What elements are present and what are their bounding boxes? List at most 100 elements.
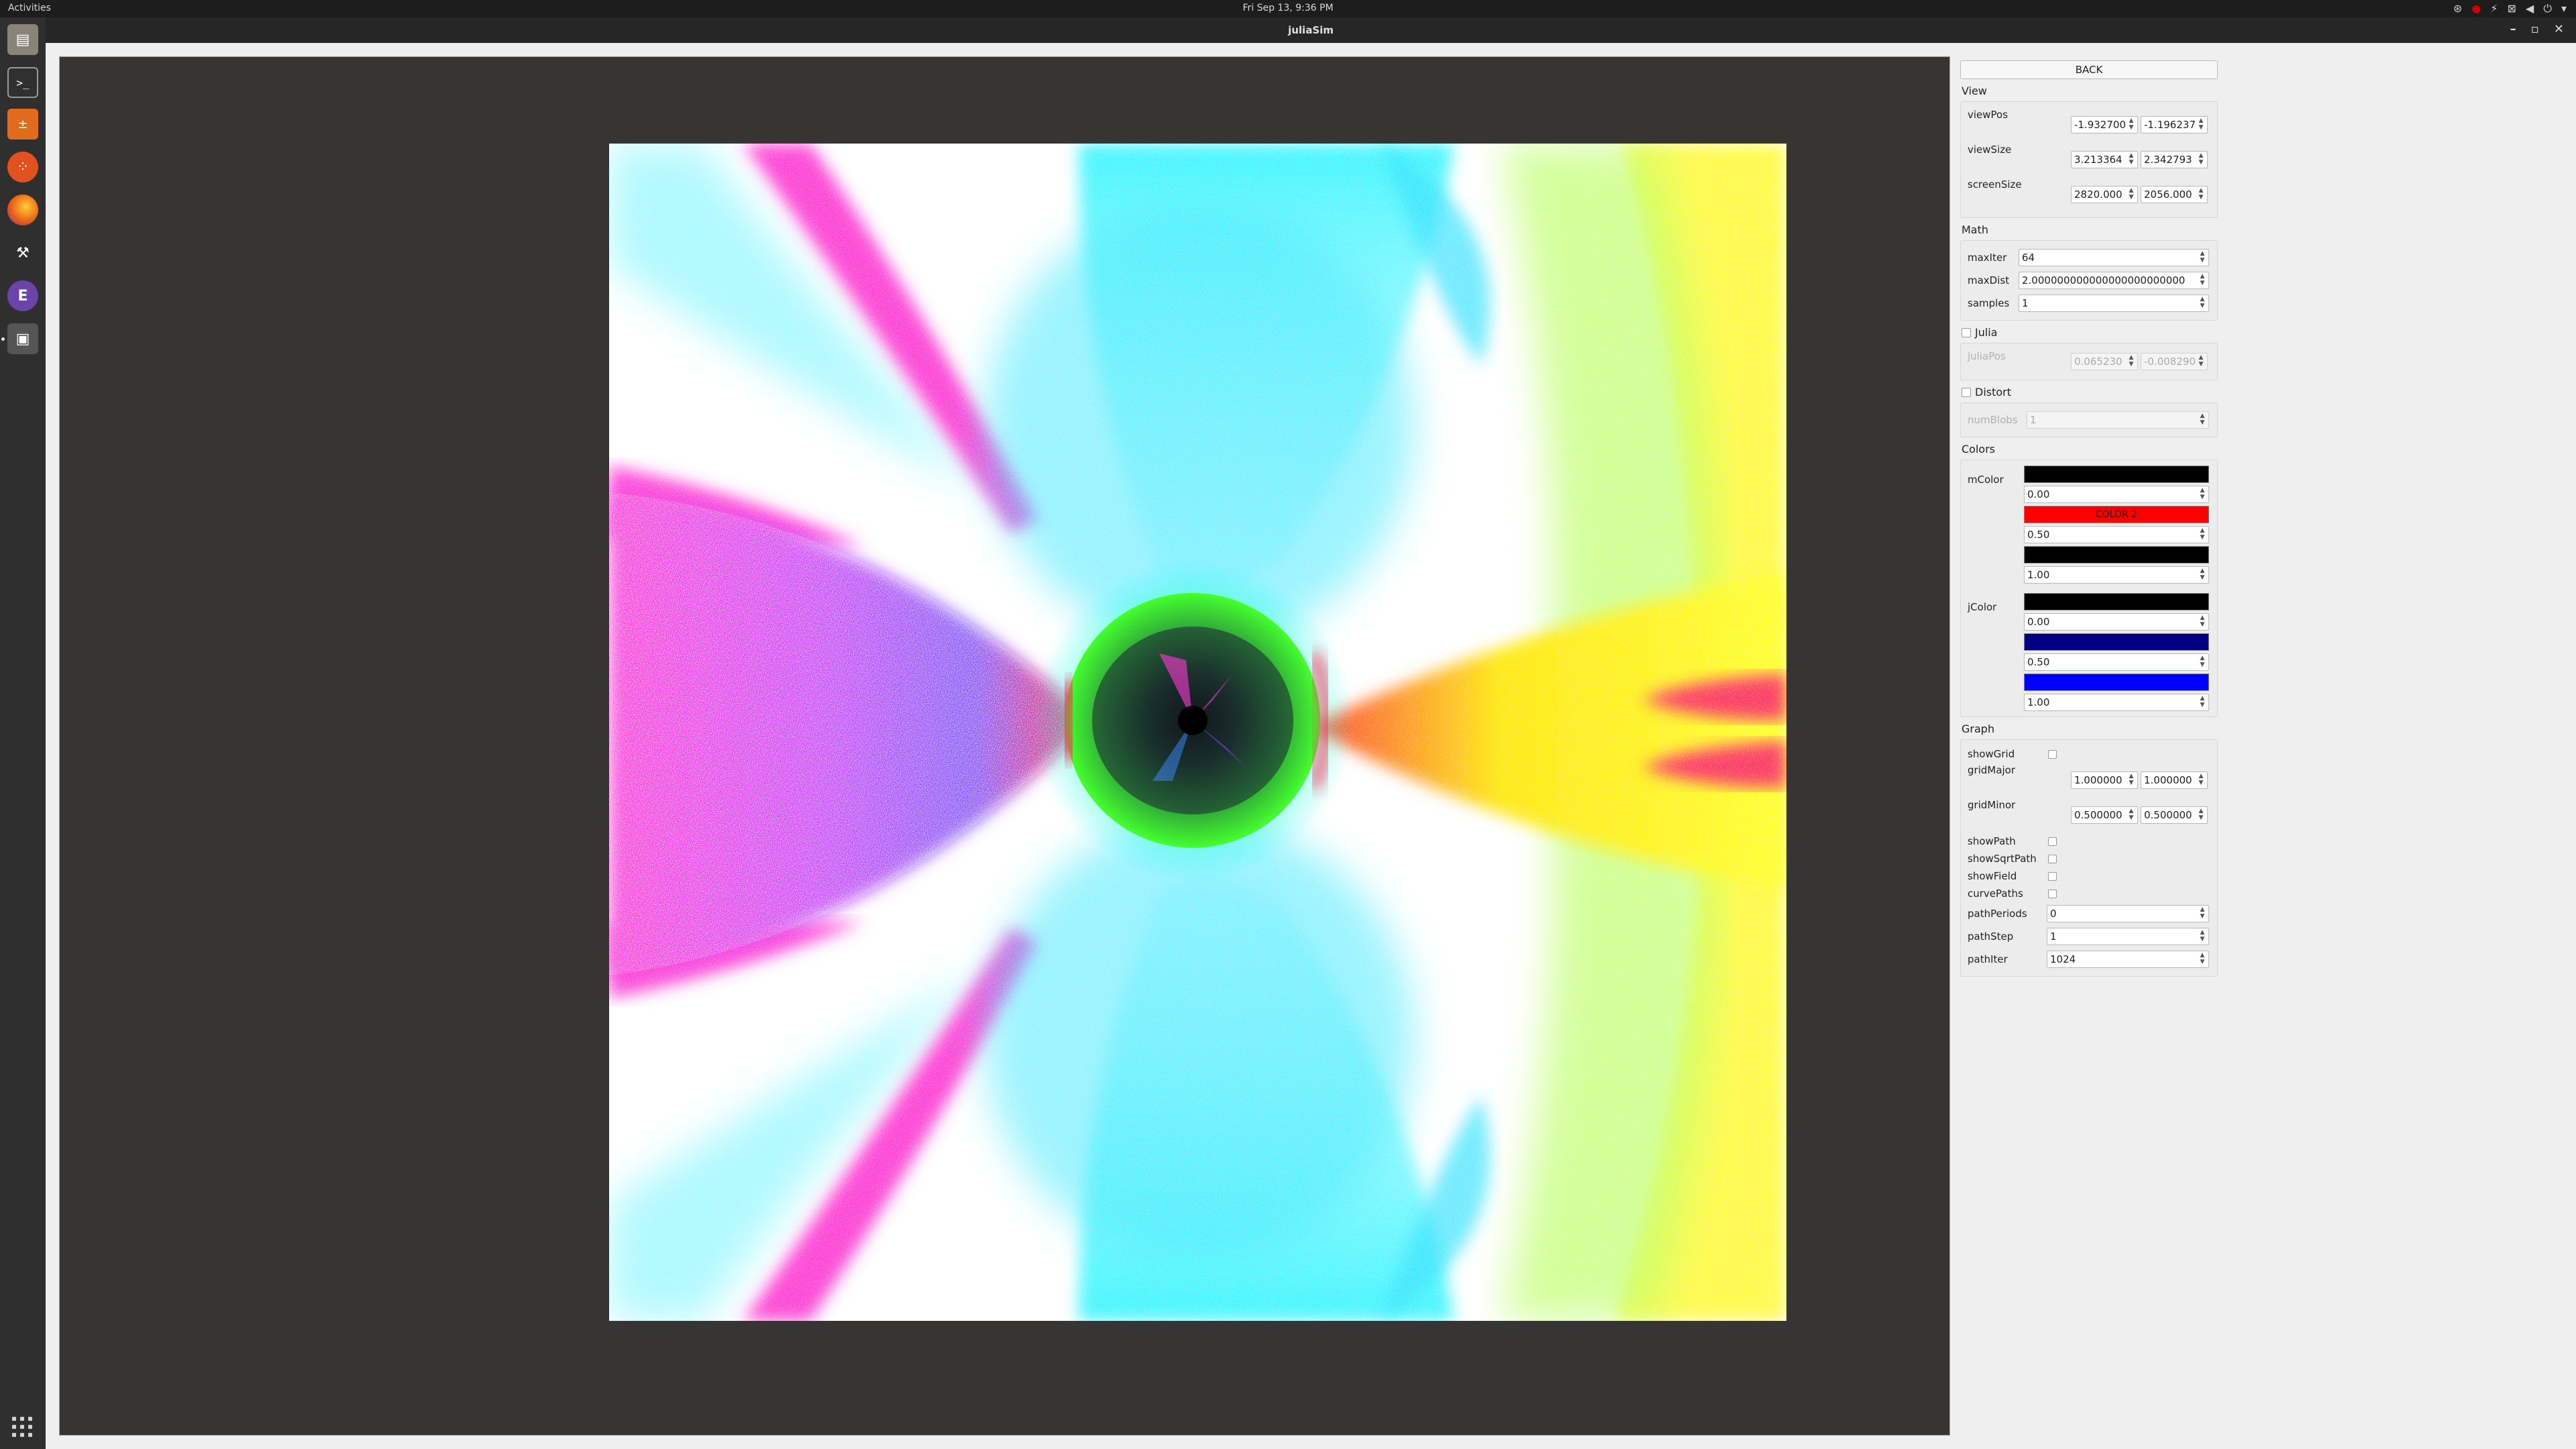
mcolor-swatch-0[interactable] bbox=[2024, 466, 2209, 483]
jcolor-swatch-0[interactable] bbox=[2024, 593, 2209, 610]
screensize-x-input[interactable]: 2820.000 ▲ ▼ bbox=[2071, 186, 2138, 203]
screensize-label: screenSize bbox=[1968, 178, 2022, 191]
maxdist-input[interactable]: 2.000000000000000000000000 ▲ ▼ bbox=[2019, 272, 2209, 289]
julia-toggle[interactable]: Julia bbox=[1962, 326, 2226, 339]
fractal-render bbox=[609, 144, 1786, 1321]
spin-arrows-icon[interactable]: ▲ ▼ bbox=[2196, 354, 2206, 369]
spin-arrows-icon[interactable]: ▲ ▼ bbox=[2198, 655, 2207, 669]
spin-arrows-icon[interactable]: ▲ ▼ bbox=[2198, 273, 2207, 288]
pathiter-input[interactable]: 1024 ▲ ▼ bbox=[2047, 951, 2209, 968]
jcolor-swatch-1[interactable] bbox=[2024, 633, 2209, 651]
terminal-icon[interactable]: >_ bbox=[7, 67, 38, 98]
juliapos-x-input[interactable]: 0.065230 ▲ ▼ bbox=[2071, 353, 2138, 370]
pathperiods-input[interactable]: 0 ▲ ▼ bbox=[2047, 905, 2209, 922]
maxiter-input[interactable]: 64 ▲ ▼ bbox=[2019, 249, 2209, 266]
spin-arrows-icon[interactable]: ▲ ▼ bbox=[2196, 773, 2206, 788]
maximize-icon[interactable]: ▫ bbox=[2531, 22, 2539, 36]
calculator-icon[interactable]: ± bbox=[7, 109, 38, 140]
mcolor-stop-input-2[interactable]: 1.00 ▲ ▼ bbox=[2024, 566, 2209, 584]
steam-icon[interactable]: ⊛ bbox=[2453, 2, 2462, 15]
spin-arrows-icon[interactable]: ▲ ▼ bbox=[2127, 354, 2136, 369]
power-icon[interactable]: ⏻ bbox=[2543, 2, 2552, 15]
notification-icon[interactable]: ● bbox=[2471, 2, 2481, 15]
fractal-image[interactable] bbox=[609, 144, 1786, 1321]
chevron-down-icon[interactable]: ▾ bbox=[2561, 2, 2567, 15]
network-icon[interactable]: ⊠ bbox=[2508, 2, 2516, 15]
mcolor-stop-input-0[interactable]: 0.00 ▲ ▼ bbox=[2024, 486, 2209, 503]
distort-toggle[interactable]: Distort bbox=[1962, 386, 2226, 398]
show-applications-icon[interactable] bbox=[12, 1417, 32, 1437]
spin-arrows-icon[interactable]: ▲ ▼ bbox=[2196, 152, 2206, 167]
mcolor-swatch-2[interactable] bbox=[2024, 546, 2209, 564]
spin-arrows-icon[interactable]: ▲ ▼ bbox=[2198, 413, 2207, 427]
gridmajor-label: gridMajor bbox=[1968, 764, 2016, 776]
back-button[interactable]: BACK bbox=[1960, 60, 2218, 79]
spin-arrows-icon[interactable]: ▲ ▼ bbox=[2127, 187, 2136, 202]
files-icon[interactable]: ▤ bbox=[7, 24, 38, 55]
gridminor-y-input[interactable]: 0.500000 ▲ ▼ bbox=[2141, 806, 2208, 824]
jcolor-stop-input-2[interactable]: 1.00 ▲ ▼ bbox=[2024, 694, 2209, 711]
spin-arrows-icon[interactable]: ▲ ▼ bbox=[2198, 614, 2207, 629]
spin-arrows-icon[interactable]: ▲ ▼ bbox=[2198, 906, 2207, 921]
graph-group: showGrid gridMajor 1.000000 ▲ ▼ 1.000000 ▲ ▼… bbox=[1960, 739, 2218, 977]
volume-icon[interactable]: ◀ bbox=[2526, 2, 2534, 15]
window-titlebar: juliaSim – ▫ ✕ bbox=[46, 17, 2576, 43]
tools-icon[interactable]: ⚒ bbox=[7, 237, 38, 268]
spin-arrows-icon[interactable]: ▲ ▼ bbox=[2198, 929, 2207, 944]
top-bar: Activities Fri Sep 13, 9:36 PM ⊛ ● ⚡ ⊠ ◀… bbox=[0, 0, 2576, 17]
jcolor-swatch-2[interactable] bbox=[2024, 674, 2209, 691]
emacs-icon[interactable]: E bbox=[7, 280, 38, 311]
showpath-checkbox[interactable] bbox=[2048, 837, 2057, 846]
spin-arrows-icon[interactable]: ▲ ▼ bbox=[2196, 808, 2206, 822]
maxdist-label: maxDist bbox=[1968, 274, 2010, 286]
viewpos-y-input[interactable]: -1.196237 ▲ ▼ bbox=[2141, 116, 2208, 133]
gridminor-x-input[interactable]: 0.500000 ▲ ▼ bbox=[2071, 806, 2138, 824]
samples-input[interactable]: 1 ▲ ▼ bbox=[2019, 294, 2209, 312]
jcolor-stop-input-1[interactable]: 0.50 ▲ ▼ bbox=[2024, 653, 2209, 671]
disabled-network-icon[interactable]: ⚡ bbox=[2490, 2, 2498, 15]
control-panel: BACK View viewPos -1.932700 ▲ ▼ -1.196237 ▲… bbox=[1957, 60, 2226, 977]
distort-checkbox[interactable] bbox=[1962, 387, 1971, 397]
distort-label: Distort bbox=[1975, 386, 2012, 398]
spin-arrows-icon[interactable]: ▲ ▼ bbox=[2127, 808, 2136, 822]
minimize-icon[interactable]: – bbox=[2510, 22, 2516, 36]
spin-arrows-icon[interactable]: ▲ ▼ bbox=[2196, 117, 2206, 132]
julia-checkbox[interactable] bbox=[1962, 327, 1971, 337]
spin-arrows-icon[interactable]: ▲ ▼ bbox=[2127, 117, 2136, 132]
showsqrtpath-checkbox[interactable] bbox=[2048, 854, 2057, 863]
viewsize-x-input[interactable]: 3.213364 ▲ ▼ bbox=[2071, 151, 2138, 168]
firefox-icon[interactable] bbox=[7, 195, 38, 225]
showfield-checkbox[interactable] bbox=[2048, 871, 2057, 881]
spin-arrows-icon[interactable]: ▲ ▼ bbox=[2198, 487, 2207, 502]
numblobs-input[interactable]: 1 ▲ ▼ bbox=[2027, 411, 2209, 429]
spin-arrows-icon[interactable]: ▲ ▼ bbox=[2198, 952, 2207, 967]
render-viewport[interactable] bbox=[59, 56, 1950, 1436]
mcolor-swatch-1[interactable]: COLOR 2 bbox=[2024, 506, 2209, 523]
app-grid-orange-icon[interactable]: ⁘ bbox=[7, 152, 38, 182]
spin-arrows-icon[interactable]: ▲ ▼ bbox=[2127, 152, 2136, 167]
juliasim-app-icon[interactable]: ▣ bbox=[7, 323, 38, 354]
spin-arrows-icon[interactable]: ▲ ▼ bbox=[2198, 296, 2207, 311]
showgrid-checkbox[interactable] bbox=[2048, 749, 2057, 759]
pathstep-input[interactable]: 1 ▲ ▼ bbox=[2047, 928, 2209, 945]
mcolor-stop-input-1[interactable]: 0.50 ▲ ▼ bbox=[2024, 526, 2209, 543]
gridmajor-x-input[interactable]: 1.000000 ▲ ▼ bbox=[2071, 771, 2138, 789]
viewpos-x-input[interactable]: -1.932700 ▲ ▼ bbox=[2071, 116, 2138, 133]
spin-arrows-icon[interactable]: ▲ ▼ bbox=[2127, 773, 2136, 788]
spin-arrows-icon[interactable]: ▲ ▼ bbox=[2196, 187, 2206, 202]
viewsize-y-input[interactable]: 2.342793 ▲ ▼ bbox=[2141, 151, 2208, 168]
jcolor-label: jColor bbox=[1968, 601, 1997, 613]
close-icon[interactable]: ✕ bbox=[2554, 22, 2564, 36]
spin-arrows-icon[interactable]: ▲ ▼ bbox=[2198, 695, 2207, 710]
curvepaths-checkbox[interactable] bbox=[2048, 889, 2057, 898]
pathstep-label: pathStep bbox=[1968, 930, 2014, 943]
showgrid-label: showGrid bbox=[1968, 748, 2015, 760]
spin-arrows-icon[interactable]: ▲ ▼ bbox=[2198, 250, 2207, 265]
juliapos-y-input[interactable]: -0.008290 ▲ ▼ bbox=[2141, 353, 2208, 370]
jcolor-stop-input-0[interactable]: 0.00 ▲ ▼ bbox=[2024, 613, 2209, 631]
gridmajor-y-input[interactable]: 1.000000 ▲ ▼ bbox=[2141, 771, 2208, 789]
spin-arrows-icon[interactable]: ▲ ▼ bbox=[2198, 527, 2207, 542]
screensize-y-input[interactable]: 2056.000 ▲ ▼ bbox=[2141, 186, 2208, 203]
clock[interactable]: Fri Sep 13, 9:36 PM bbox=[0, 3, 2576, 13]
spin-arrows-icon[interactable]: ▲ ▼ bbox=[2198, 568, 2207, 582]
